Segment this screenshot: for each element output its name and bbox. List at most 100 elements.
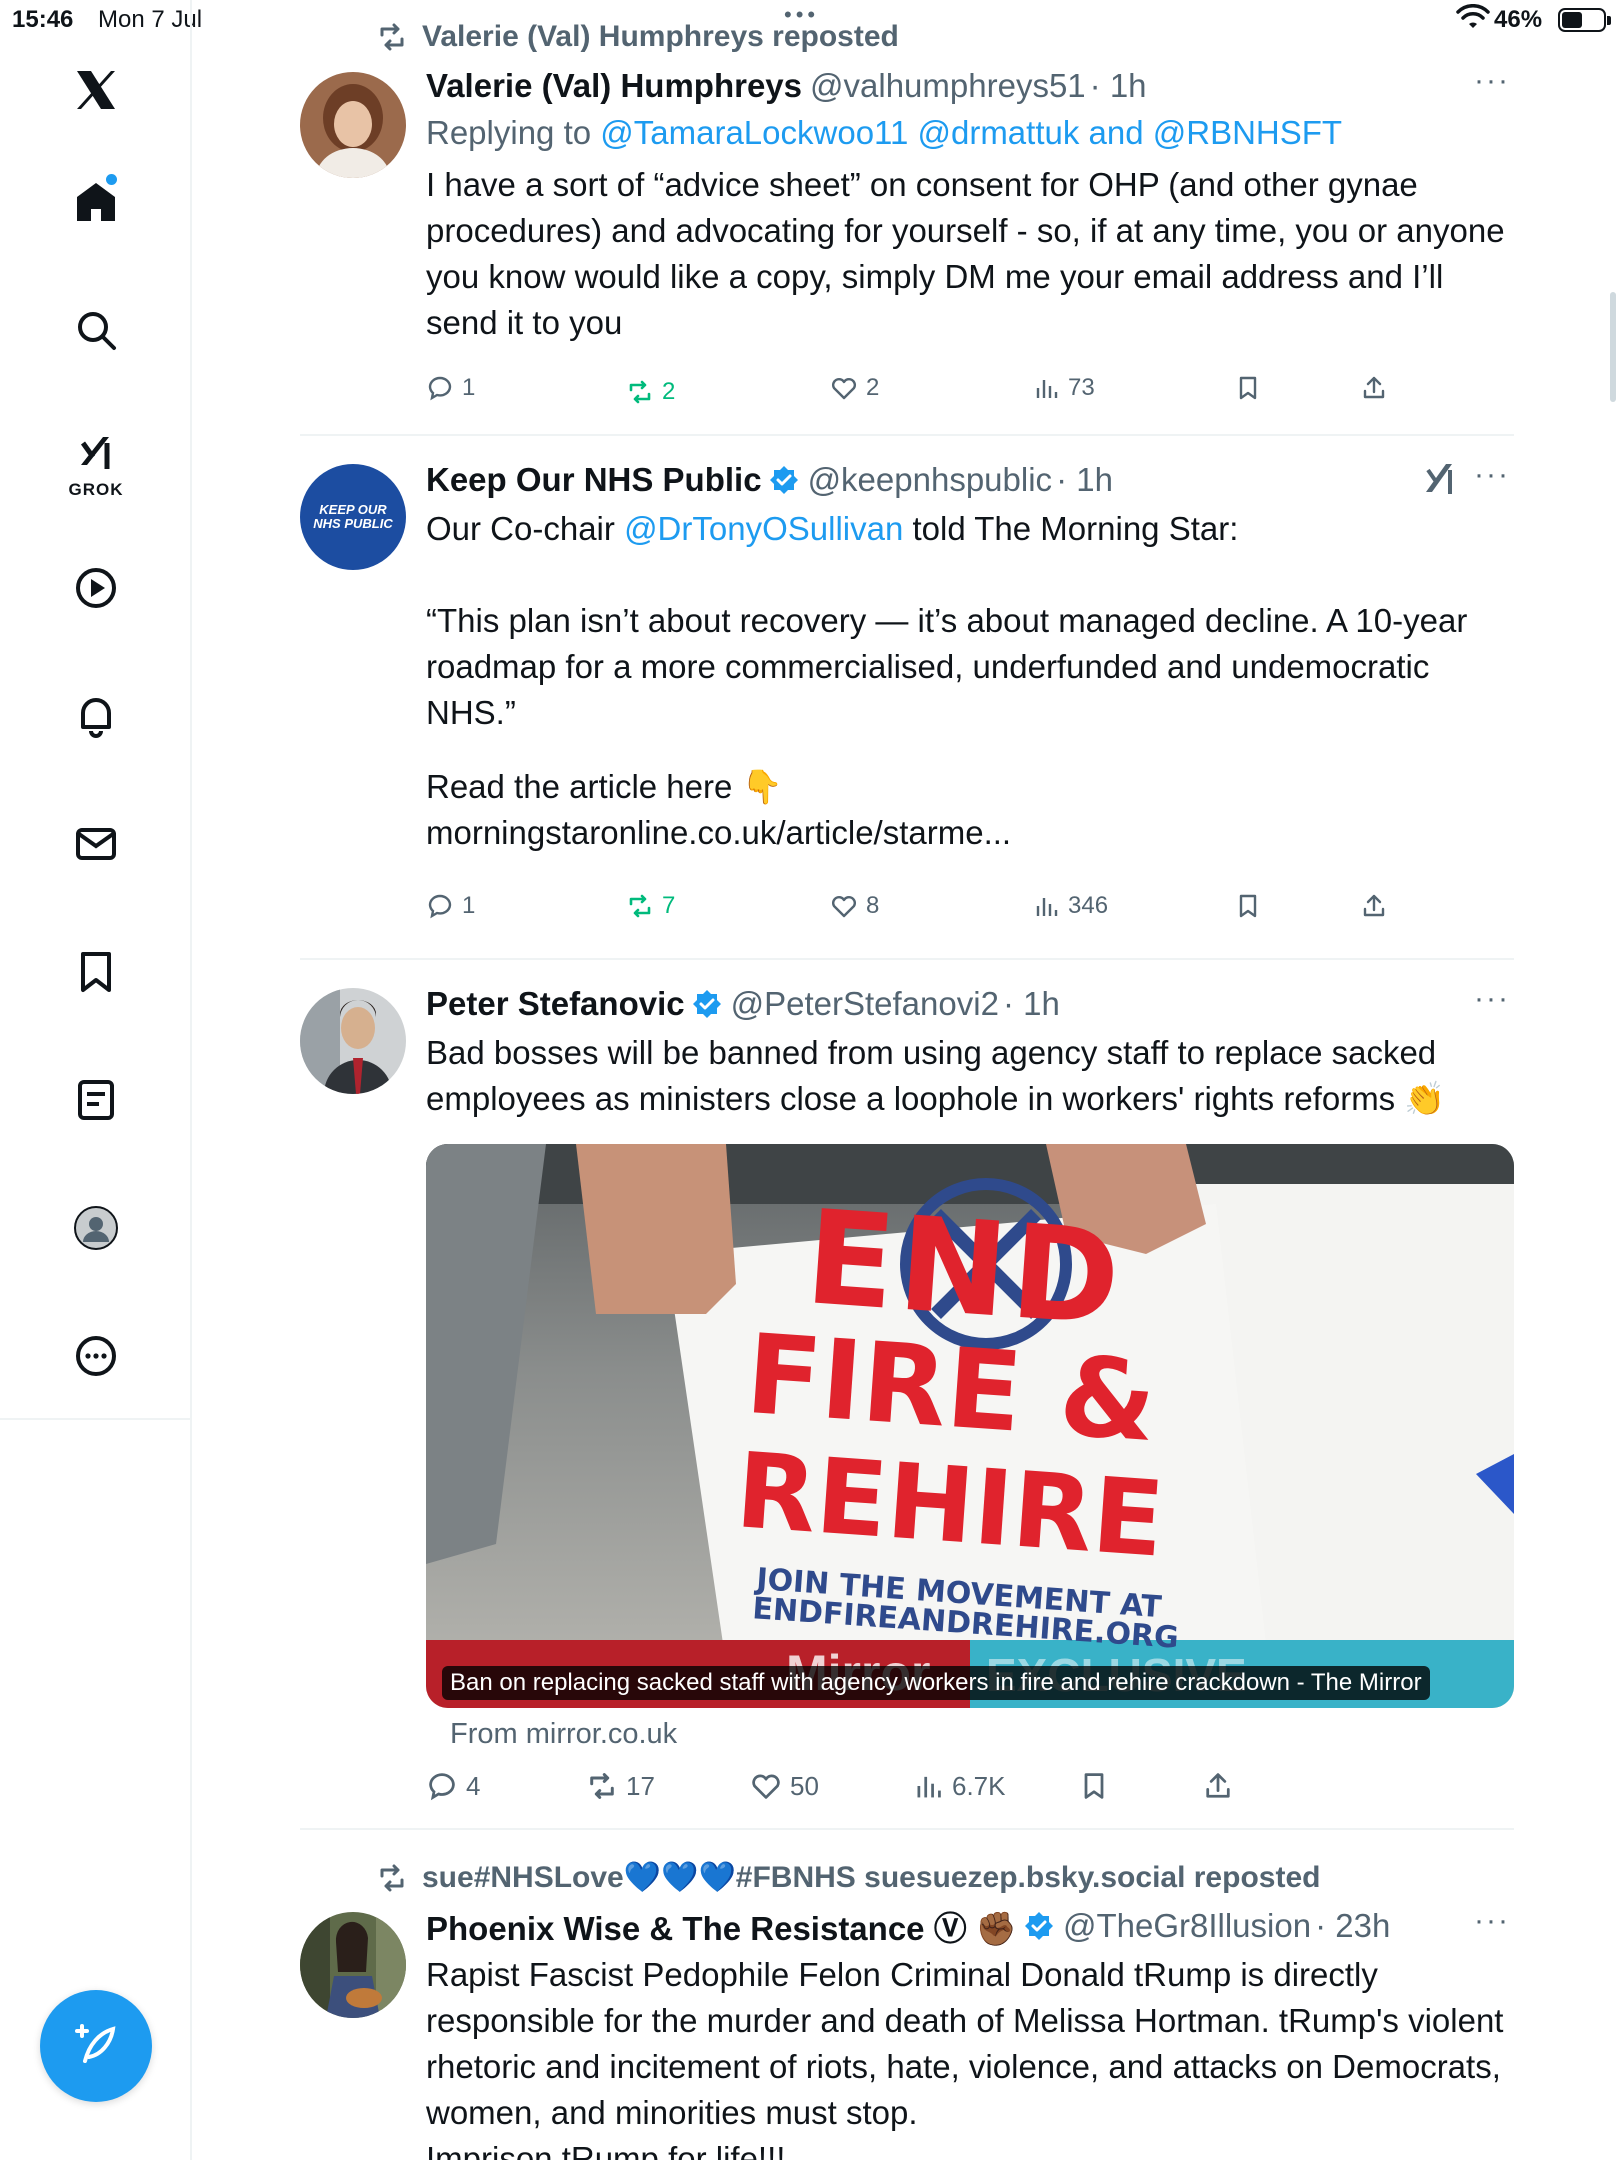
reply-button[interactable]: 1 bbox=[426, 892, 475, 920]
repost-button[interactable]: 7 bbox=[626, 892, 675, 920]
video-icon[interactable] bbox=[62, 554, 130, 622]
messages-envelope-icon[interactable] bbox=[62, 810, 130, 878]
author-name[interactable]: Phoenix Wise & The Resistance Ⓥ ✊🏾 bbox=[426, 1902, 1017, 1950]
like-button[interactable]: 8 bbox=[830, 892, 879, 920]
repost-indicator: Valerie (Val) Humphreys reposted bbox=[376, 20, 899, 54]
tweet[interactable]: KEEP OUR NHS PUBLIC Keep Our NHS Public … bbox=[300, 436, 1514, 960]
tweet-read-more: Read the article here 👇 bbox=[426, 768, 783, 805]
tweet-intro: Our Co-chair @DrTonyOSullivan told The M… bbox=[426, 506, 1514, 552]
author-name[interactable]: Valerie (Val) Humphreys bbox=[426, 67, 802, 105]
bookmark-button[interactable] bbox=[1078, 1770, 1110, 1802]
post-time[interactable]: · 1h bbox=[1056, 461, 1113, 499]
author-handle[interactable]: @PeterStefanovi2 bbox=[731, 985, 999, 1023]
reply-count: 4 bbox=[466, 1770, 481, 1801]
like-count: 8 bbox=[866, 892, 880, 919]
reposted-by-text: Valerie (Val) Humphreys reposted bbox=[422, 20, 899, 53]
tweet[interactable]: Valerie (Val) Humphreys reposted Valerie… bbox=[300, 18, 1514, 436]
x-logo-icon[interactable] bbox=[62, 56, 130, 124]
bookmark-icon bbox=[1084, 1773, 1104, 1799]
like-button[interactable]: 50 bbox=[750, 1770, 819, 1802]
tweet-text: Bad bosses will be banned from using age… bbox=[426, 1034, 1446, 1117]
tweet-text: Rapist Fascist Pedophile Felon Criminal … bbox=[426, 1956, 1504, 2160]
avatar[interactable] bbox=[300, 1912, 406, 2018]
profile-avatar-icon[interactable] bbox=[62, 1194, 130, 1262]
reply-icon bbox=[429, 1773, 455, 1801]
share-icon bbox=[1363, 894, 1385, 917]
repost-button[interactable]: 2 bbox=[626, 378, 675, 406]
reply-button[interactable]: 4 bbox=[426, 1770, 480, 1802]
replying-to: Replying to @TamaraLockwoo11 @drmattuk a… bbox=[426, 114, 1514, 152]
mention-link[interactable]: @DrTonyOSullivan bbox=[624, 510, 903, 547]
more-menu-icon[interactable]: ··· bbox=[1474, 64, 1510, 98]
repost-icon bbox=[629, 380, 651, 404]
more-options-icon[interactable] bbox=[62, 1322, 130, 1390]
grok-explain-icon[interactable] bbox=[1420, 458, 1460, 498]
compose-post-button[interactable] bbox=[40, 1990, 152, 2102]
views-button[interactable]: 346 bbox=[1032, 892, 1108, 920]
share-icon bbox=[1363, 376, 1385, 399]
like-button[interactable]: 2 bbox=[830, 374, 879, 402]
bookmarks-icon[interactable] bbox=[62, 938, 130, 1006]
replying-to-users[interactable]: @TamaraLockwoo11 @drmattuk and @RBNHSFT bbox=[600, 114, 1342, 151]
bookmark-button[interactable] bbox=[1234, 892, 1262, 920]
author-handle[interactable]: @valhumphreys51 bbox=[810, 67, 1086, 105]
author-name[interactable]: Peter Stefanovic bbox=[426, 985, 685, 1023]
repost-indicator: sue#NHSLove💙💙💙#FBNHS suesuezep.bsky.soci… bbox=[376, 1860, 1320, 1895]
bookmark-button[interactable] bbox=[1234, 374, 1262, 402]
avatar-logo-text: KEEP OUR NHS PUBLIC bbox=[313, 502, 393, 531]
avatar[interactable] bbox=[300, 988, 406, 1094]
view-count: 6.7K bbox=[952, 1770, 1006, 1801]
avatar[interactable] bbox=[300, 72, 406, 178]
lists-icon[interactable] bbox=[62, 1066, 130, 1134]
reply-count: 1 bbox=[462, 892, 476, 919]
views-chart-icon bbox=[1036, 380, 1058, 398]
grok-icon[interactable] bbox=[62, 418, 130, 486]
verified-badge-icon bbox=[1024, 1912, 1053, 1940]
post-time[interactable]: · 1h bbox=[1003, 985, 1060, 1023]
share-button[interactable] bbox=[1202, 1770, 1234, 1802]
tweet-quote-text: “This plan isn’t about recovery — it’s a… bbox=[426, 602, 1477, 731]
heart-icon bbox=[831, 895, 857, 918]
repost-icon bbox=[629, 894, 651, 918]
author-handle[interactable]: @TheGr8Illusion bbox=[1063, 1907, 1311, 1945]
views-button[interactable]: 6.7K bbox=[912, 1770, 1006, 1802]
avatar[interactable]: KEEP OUR NHS PUBLIC bbox=[300, 464, 406, 570]
home-icon[interactable] bbox=[62, 168, 130, 236]
card-title-caption: Ban on replacing sacked staff with agenc… bbox=[442, 1666, 1430, 1700]
post-time[interactable]: · 23h bbox=[1315, 1907, 1390, 1945]
tweet[interactable]: sue#NHSLove💙💙💙#FBNHS suesuezep.bsky.soci… bbox=[300, 1830, 1514, 2160]
bookmark-icon bbox=[1239, 894, 1257, 918]
more-menu-icon[interactable]: ··· bbox=[1474, 458, 1510, 492]
action-bar: 1 2 2 73 bbox=[426, 374, 1514, 414]
heart-icon bbox=[752, 1774, 780, 1799]
like-count: 2 bbox=[866, 374, 880, 401]
like-count: 50 bbox=[790, 1770, 819, 1801]
reposted-by-text: sue#NHSLove💙💙💙#FBNHS suesuezep.bsky.soci… bbox=[422, 1861, 1321, 1894]
tweet[interactable]: Peter Stefanovic @PeterStefanovi2 · 1h ·… bbox=[300, 960, 1514, 1830]
notifications-bell-icon[interactable] bbox=[62, 682, 130, 750]
action-bar: 1 7 8 346 bbox=[426, 892, 1514, 932]
share-button[interactable] bbox=[1360, 892, 1388, 920]
author-handle[interactable]: @keepnhspublic bbox=[808, 461, 1053, 499]
view-count: 346 bbox=[1068, 892, 1109, 919]
feed-scrollbar[interactable] bbox=[1610, 292, 1616, 402]
more-menu-icon[interactable]: ··· bbox=[1474, 982, 1510, 1016]
link-card[interactable]: END FIRE & REHIRE JOIN THE MOVEMENT AT E… bbox=[426, 1144, 1514, 1708]
author-name[interactable]: Keep Our NHS Public bbox=[426, 461, 762, 499]
repost-button[interactable]: 17 bbox=[586, 1770, 655, 1802]
search-icon[interactable] bbox=[62, 296, 130, 364]
left-nav: GROK bbox=[0, 0, 192, 2160]
tweet-text: I have a sort of “advice sheet” on conse… bbox=[426, 166, 1514, 341]
verified-badge-icon bbox=[692, 990, 721, 1018]
home-notification-dot bbox=[106, 174, 117, 185]
heart-icon bbox=[831, 377, 857, 400]
card-source[interactable]: From mirror.co.uk bbox=[450, 1718, 677, 1751]
article-link[interactable]: morningstaronline.co.uk/article/starme..… bbox=[426, 810, 1514, 856]
compose-feather-icon bbox=[75, 2024, 116, 2063]
share-button[interactable] bbox=[1360, 374, 1388, 402]
post-time[interactable]: · 1h bbox=[1090, 67, 1147, 105]
views-button[interactable]: 73 bbox=[1032, 374, 1095, 402]
more-menu-icon[interactable]: ··· bbox=[1474, 1904, 1510, 1938]
reply-button[interactable]: 1 bbox=[426, 374, 475, 402]
nav-divider bbox=[0, 1418, 192, 1420]
